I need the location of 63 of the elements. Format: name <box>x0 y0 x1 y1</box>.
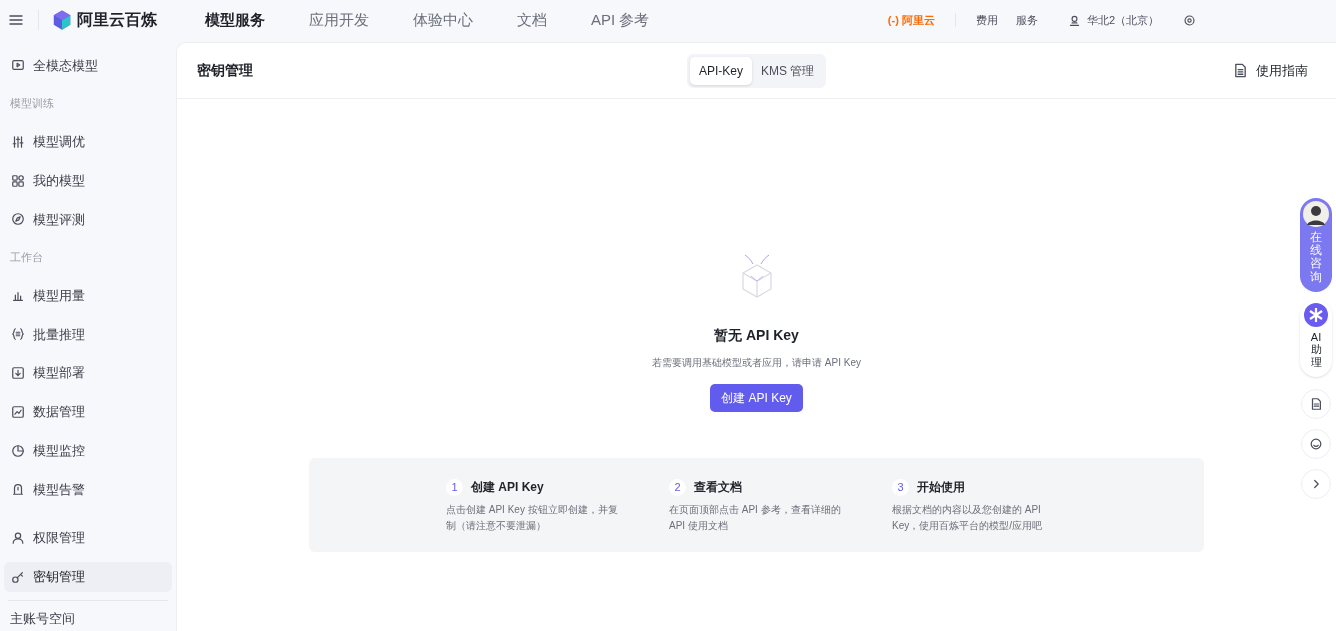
nav-tab[interactable]: 文档 <box>517 8 547 32</box>
guide-link[interactable]: 使用指南 <box>1256 60 1308 81</box>
nav-tab[interactable]: 模型服务 <box>205 8 265 32</box>
menu-icon <box>8 12 24 28</box>
document-icon <box>1309 396 1323 411</box>
assistant-label: AI助理 <box>1310 330 1322 369</box>
step-number: 1 <box>446 478 463 496</box>
sidebar-item[interactable]: 全模态模型 <box>4 50 172 81</box>
key-icon <box>11 569 25 584</box>
section-label: 模型训练 <box>10 96 54 112</box>
line-chart-icon <box>11 404 25 419</box>
nav-tab[interactable]: 体验中心 <box>413 8 473 32</box>
sidebar-item[interactable]: 批量推理 <box>4 319 172 350</box>
empty-description: 若需要调用基础模型或者应用，请申请 API Key <box>652 356 861 370</box>
empty-title: 暂无 API Key <box>714 326 799 345</box>
video-icon <box>11 58 25 73</box>
step-title: 创建 API Key <box>471 479 544 496</box>
assistant-button[interactable]: AI助理 <box>1300 299 1332 377</box>
sidebar-item[interactable]: 模型用量 <box>4 280 172 311</box>
sidebar-item[interactable]: 模型调优 <box>4 126 172 157</box>
sidebar-item[interactable]: 模型告警 <box>4 474 172 505</box>
consult-label: 在线咨询 <box>1310 231 1322 284</box>
sliders-icon <box>11 134 25 149</box>
sidebar-item[interactable]: 数据管理 <box>4 397 172 427</box>
top-link[interactable]: 费用 <box>975 11 998 29</box>
sidebar-item[interactable]: 模型评测 <box>4 204 172 235</box>
tab[interactable]: KMS 管理 <box>752 57 824 85</box>
settings-icon <box>1183 13 1196 27</box>
section-label: 工作台 <box>10 250 43 266</box>
smiley-icon <box>1309 436 1323 451</box>
region-selector[interactable]: 华北2（北京） <box>1086 11 1159 29</box>
compass-icon <box>11 212 25 227</box>
sidebar-item[interactable]: 密钥管理 <box>4 562 172 592</box>
step-number: 2 <box>669 478 686 496</box>
nav-tab[interactable]: 应用开发 <box>309 8 369 32</box>
top-link[interactable]: 服务 <box>1015 11 1038 29</box>
create-key-button[interactable]: 创建 API Key <box>710 384 803 412</box>
step-number: 3 <box>892 478 909 496</box>
consult-button[interactable]: 在线咨询 <box>1300 198 1332 292</box>
step-title: 查看文档 <box>694 479 742 496</box>
user-icon <box>11 531 25 546</box>
avatar-icon <box>1303 201 1329 227</box>
alarm-icon <box>11 482 25 497</box>
workspace-label: 主账号空间 <box>10 610 75 629</box>
sidebar-item[interactable]: 权限管理 <box>4 523 172 553</box>
grid-icon <box>11 173 25 188</box>
step-description: 根据文档的内容以及您创建的 API Key，使用百炼平台的模型/应用吧 <box>892 503 1043 533</box>
logo-icon <box>51 9 73 31</box>
brand-name: 阿里云百炼 <box>77 10 157 30</box>
step-description: 在页面顶部点击 API 参考，查看详细的 API 使用文档 <box>669 503 842 533</box>
pie-chart-icon <box>11 443 25 458</box>
step-title: 开始使用 <box>917 479 965 496</box>
braces-icon <box>11 327 25 342</box>
tab[interactable]: API-Key <box>690 57 752 85</box>
sidebar-item[interactable]: 我的模型 <box>4 165 172 196</box>
nav-tab[interactable]: API 参考 <box>591 8 650 32</box>
download-icon <box>11 366 25 381</box>
sidebar-item[interactable]: 模型监控 <box>4 435 172 466</box>
sidebar-item[interactable]: 模型部署 <box>4 358 172 389</box>
location-icon <box>1067 13 1081 27</box>
page-title: 密钥管理 <box>197 61 253 80</box>
step-description: 点击创建 API Key 按钮立即创建，并复制（请注意不要泄漏） <box>446 503 619 533</box>
document-icon <box>1233 63 1248 78</box>
